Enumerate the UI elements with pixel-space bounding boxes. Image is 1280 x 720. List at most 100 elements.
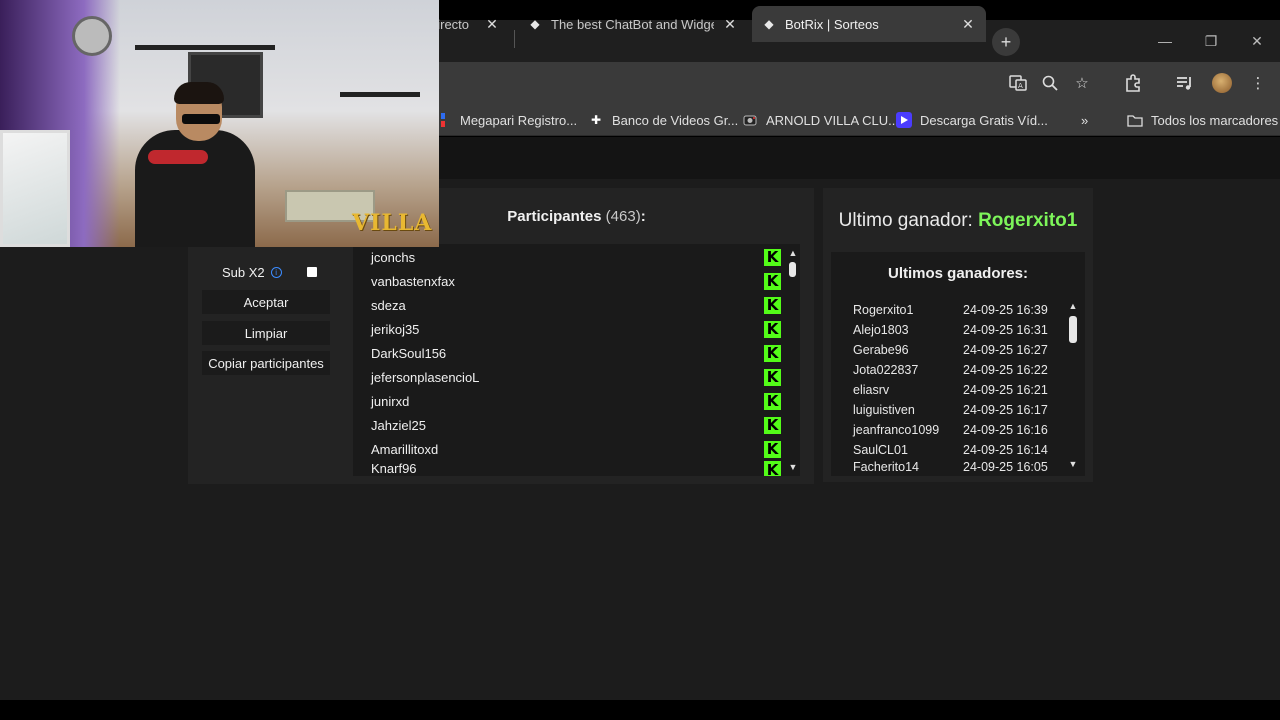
participant-name: junirxd [371,393,410,409]
winner-row: Gerabe96 24-09-25 16:27 [853,340,1053,360]
villa-logo: VILLA [352,210,433,236]
scroll-down-arrow-icon[interactable]: ▼ [788,462,798,472]
winner-time: 24-09-25 16:27 [963,343,1048,357]
pc-case [0,130,70,247]
bookmark-label: Todos los marcadores [1151,112,1279,128]
tab-title: The best ChatBot and Widgets [551,16,714,32]
close-icon[interactable]: ✕ [960,16,976,33]
winner-name: luiguistiven [853,403,915,417]
winner-name: Rogerxito1 [853,303,914,317]
participant-name: DarkSoul156 [371,345,447,361]
camera-icon [742,112,758,128]
tab-chatbot[interactable]: ◆ The best ChatBot and Widgets ✕ [518,6,748,42]
botrix-logo-icon: ◆ [764,17,774,31]
winner-time: 24-09-25 16:05 [963,460,1048,474]
menu-icon[interactable]: ⋮ [1247,72,1269,94]
winner-row: Jota022837 24-09-25 16:22 [853,360,1053,380]
extensions-icon[interactable] [1122,72,1144,94]
bookmark-descarga[interactable]: Descarga Gratis Víd... [896,108,1048,132]
kick-badge-icon: K [764,272,781,290]
winner-row: Facherito14 24-09-25 16:05 [853,460,1053,476]
last-winner-label: Ultimo ganador: [838,210,973,231]
plus-logo-icon: ✚ [590,113,602,127]
wall-shelf [135,45,275,50]
kick-badge-icon: K [764,296,781,314]
participants-title: Participantes [507,208,602,225]
wall-fan [72,16,112,56]
participant-name: jerikoj35 [371,321,420,337]
sub-x2-checkbox[interactable] [307,267,317,277]
tab-botrix-sorteos[interactable]: ◆ BotRix | Sorteos ✕ [752,6,986,42]
participant-name: jconchs [371,249,416,265]
winner-time: 24-09-25 16:39 [963,303,1048,317]
kick-badge-icon: K [764,248,781,266]
participants-scrollbar-thumb[interactable] [789,262,796,277]
list-item[interactable]: Jahziel25 K [371,413,781,437]
winner-time: 24-09-25 16:16 [963,423,1048,437]
close-icon[interactable]: ✕ [484,16,500,33]
list-item[interactable]: Knarf96 K [371,461,781,476]
bookmark-banco-videos[interactable]: ✚ Banco de Videos Gr... [588,108,738,132]
winner-row: Rogerxito1 24-09-25 16:39 [853,300,1053,320]
list-item[interactable]: junirxd K [371,389,781,413]
list-item[interactable]: DarkSoul156 K [371,341,781,365]
list-item[interactable]: sdeza K [371,293,781,317]
folder-icon [1127,112,1143,128]
participant-name: Knarf96 [371,461,417,476]
clear-button[interactable]: Limpiar [202,321,330,345]
profile-avatar[interactable] [1212,73,1232,93]
wall-shelf [340,92,420,97]
microphone [148,150,208,164]
list-item[interactable]: jefersonplasencioL K [371,365,781,389]
list-item[interactable]: Amarillitoxd K [371,437,781,461]
streamer-hair [174,82,224,104]
participant-name: Amarillitoxd [371,441,439,457]
list-item[interactable]: jconchs K [371,245,781,269]
all-bookmarks-folder[interactable]: Todos los marcadores [1127,108,1278,132]
play-logo-icon [896,112,912,128]
bookmark-label: Descarga Gratis Víd... [920,112,1048,128]
bookmark-arnold-villa[interactable]: ARNOLD VILLA CLU... [742,108,899,132]
list-item[interactable]: jerikoj35 K [371,317,781,341]
winner-time: 24-09-25 16:21 [963,383,1048,397]
winner-time: 24-09-25 16:17 [963,403,1048,417]
bookmark-megapari[interactable]: Megapari Registro... [436,108,577,132]
media-control-icon[interactable] [1174,72,1196,94]
winner-name: Facherito14 [853,460,920,474]
minimize-button[interactable]: — [1142,20,1188,62]
kick-badge-icon: K [764,368,781,386]
new-tab-button[interactable]: + [992,28,1020,56]
participants-colon: : [640,208,646,225]
scroll-up-arrow-icon[interactable]: ▲ [1068,301,1078,311]
winner-row: luiguistiven 24-09-25 16:17 [853,400,1053,420]
screen-bottom-bar [0,700,1280,720]
kick-badge-icon: K [764,461,781,476]
scroll-down-arrow-icon[interactable]: ▼ [1068,459,1078,469]
participant-name: vanbastenxfax [371,273,455,289]
winner-name: jeanfranco1099 [853,423,940,437]
zoom-icon[interactable] [1039,72,1061,94]
participant-name: jefersonplasencioL [371,369,480,385]
close-window-button[interactable]: ✕ [1234,20,1280,62]
winner-row: jeanfranco1099 24-09-25 16:16 [853,420,1053,440]
winner-name: SaulCL01 [853,443,908,457]
scroll-up-arrow-icon[interactable]: ▲ [788,248,798,258]
bookmarks-overflow-button[interactable]: » [1081,108,1088,132]
winner-time: 24-09-25 16:22 [963,363,1048,377]
translate-icon[interactable]: A [1007,72,1029,94]
star-icon[interactable]: ☆ [1071,72,1093,94]
copy-participants-button[interactable]: Copiar participantes [202,351,330,375]
webcam-overlay: VILLA [0,0,439,247]
restore-button[interactable]: ❐ [1188,20,1234,62]
accept-button[interactable]: Aceptar [202,290,330,314]
winner-time: 24-09-25 16:31 [963,323,1048,337]
winners-scrollbar-thumb[interactable] [1069,316,1077,343]
kick-badge-icon: K [764,344,781,362]
bookmark-label: Banco de Videos Gr... [612,112,739,128]
list-item[interactable]: vanbastenxfax K [371,269,781,293]
bookmark-label: ARNOLD VILLA CLU... [766,112,899,128]
close-icon[interactable]: ✕ [722,16,738,33]
info-icon[interactable]: i [270,266,282,278]
botrix-logo-icon: ◆ [530,17,540,31]
winner-row: Alejo1803 24-09-25 16:31 [853,320,1053,340]
